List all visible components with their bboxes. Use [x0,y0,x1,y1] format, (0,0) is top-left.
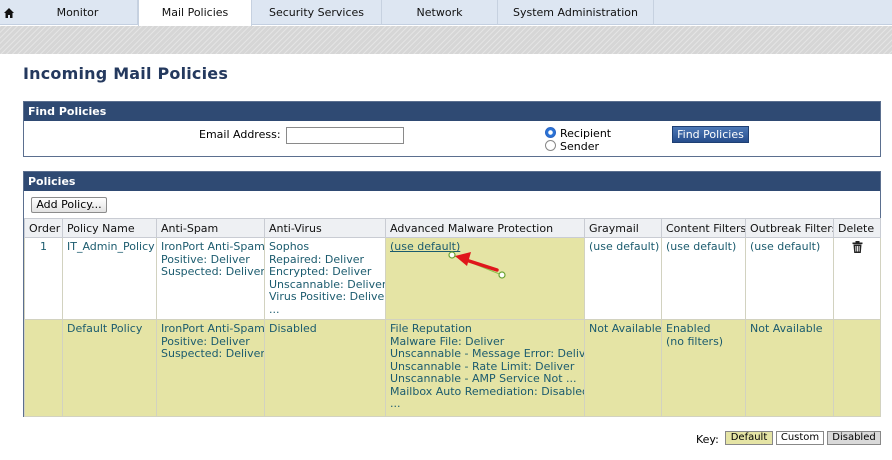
column-header-order: Order [24,218,63,238]
outbreak-filters-cell[interactable]: (use default) [745,237,834,320]
column-header-anti-spam: Anti-Spam [156,218,265,238]
policy-order [24,319,63,417]
graymail-cell[interactable]: (use default) [584,237,662,320]
column-header-graymail: Graymail [584,218,662,238]
anti-spam-line: IronPort Anti-Spam [161,240,265,253]
tab-mail-policies[interactable]: Mail Policies [138,0,252,26]
anti-virus-line: Virus Positive: Deliver [269,290,386,303]
anti-spam-cell[interactable]: IronPort Anti-Spam Positive: Deliver Sus… [156,237,265,320]
amp-cell[interactable]: (use default) [385,237,585,320]
column-header-outbreak-filters: Outbreak Filters [745,218,834,238]
find-policies-panel: Find Policies Email Address: Recipient S… [23,101,881,157]
policy-order: 1 [24,237,63,320]
table-header-row: Order Policy Name Anti-Spam Anti-Virus A… [24,218,881,238]
anti-virus-line: Sophos [269,240,310,253]
delete-cell [833,237,881,320]
tab-monitor[interactable]: Monitor [18,0,138,25]
key-custom-swatch: Custom [776,431,824,445]
content-filters-line: (no filters) [666,334,724,348]
sender-radio[interactable] [545,140,556,151]
email-address-input[interactable] [286,127,404,144]
column-header-policy-name: Policy Name [62,218,157,238]
delete-cell [833,319,881,417]
policies-table: Order Policy Name Anti-Spam Anti-Virus A… [24,218,881,417]
outbreak-filters-cell[interactable]: Not Available [745,319,834,417]
amp-use-default-link[interactable]: (use default) [390,240,460,253]
graymail-cell[interactable]: Not Available [584,319,662,417]
email-address-label: Email Address: [199,128,281,141]
column-header-delete: Delete [833,218,881,238]
amp-line: Unscannable - AMP Service Not ... [390,372,577,385]
find-policies-button[interactable]: Find Policies [672,126,749,143]
top-nav: Monitor Mail Policies Security Services … [0,0,892,26]
amp-line: Unscannable - Message Error: Deliver [390,347,585,360]
anti-virus-cell[interactable]: Disabled [264,319,386,417]
subnav-band [0,26,892,54]
page-title: Incoming Mail Policies [23,64,229,83]
amp-line: Mailbox Auto Remediation: Disabled [390,384,585,398]
content-filters-cell[interactable]: (use default) [661,237,746,320]
key-default-swatch: Default [725,431,773,445]
home-icon[interactable] [0,0,18,25]
policies-panel: Policies Add Policy... Order Policy Name… [23,171,881,417]
column-header-amp: Advanced Malware Protection [385,218,585,238]
column-header-anti-virus: Anti-Virus [264,218,386,238]
table-row: Default Policy IronPort Anti-Spam Positi… [24,319,881,417]
recipient-radio[interactable] [545,127,556,138]
anti-spam-cell[interactable]: IronPort Anti-Spam Positive: Deliver Sus… [156,319,265,417]
amp-line: ... [390,397,401,410]
anti-virus-line: Encrypted: Deliver [269,265,372,278]
content-filters-cell[interactable]: Enabled (no filters) [661,319,746,417]
sender-label: Sender [560,140,599,153]
anti-spam-line: Suspected: Deliver [161,347,265,360]
add-policy-button[interactable]: Add Policy... [31,197,107,213]
column-header-content-filters: Content Filters [661,218,746,238]
tab-security-services[interactable]: Security Services [252,0,382,25]
anti-spam-line: Suspected: Deliver [161,265,265,278]
amp-cell[interactable]: File Reputation Malware File: Deliver Un… [385,319,585,417]
policy-name-link[interactable]: IT_Admin_Policy [62,237,157,320]
recipient-label: Recipient [560,127,612,140]
tab-system-administration[interactable]: System Administration [498,0,654,25]
anti-virus-line: ... [269,302,280,316]
key-label: Key: [696,433,719,446]
anti-virus-cell[interactable]: Sophos Repaired: Deliver Encrypted: Deli… [264,237,386,320]
policy-name[interactable]: Default Policy [62,319,157,417]
amp-line: File Reputation [390,322,472,335]
policies-header: Policies [24,172,880,191]
find-policies-header: Find Policies [24,102,880,121]
anti-virus-line: Disabled [269,322,317,335]
key-disabled-swatch: Disabled [827,431,881,445]
content-filters-line: Enabled [666,322,711,335]
table-row: 1 IT_Admin_Policy IronPort Anti-Spam Pos… [24,237,881,320]
anti-spam-line: IronPort Anti-Spam [161,322,265,335]
tab-network[interactable]: Network [382,0,498,25]
trash-icon[interactable] [852,241,863,256]
